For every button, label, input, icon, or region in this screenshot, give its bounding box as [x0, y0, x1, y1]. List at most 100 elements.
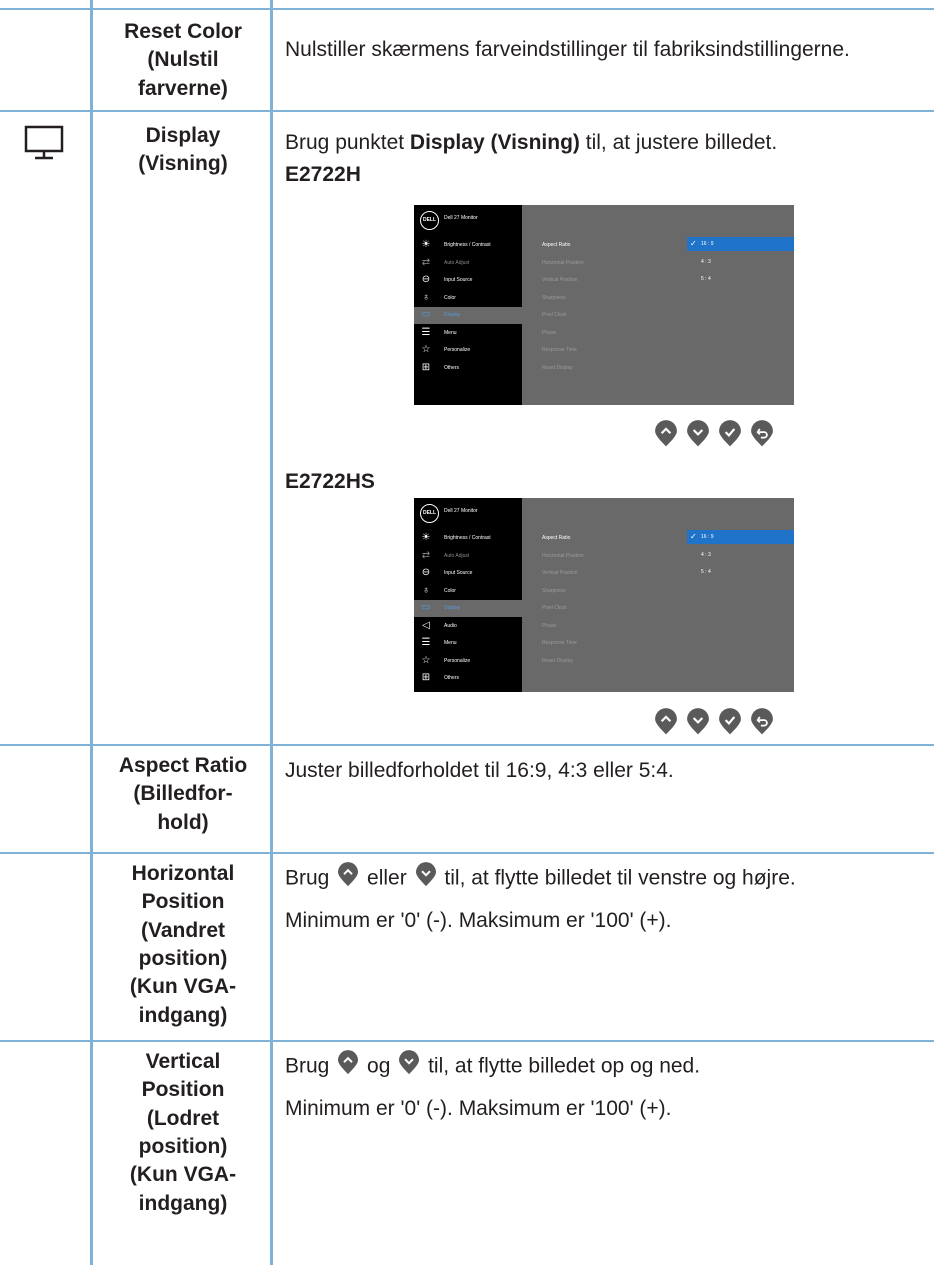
osd-submenu-item: Horizontal Position	[542, 259, 584, 266]
osd-submenu-item: Sharpness	[542, 587, 566, 594]
others-icon: ⊞	[421, 672, 431, 683]
osd-menu-item: ⊖ Input Source	[414, 565, 522, 582]
row-desc-horizontal-line2: Minimum er '0' (-). Maksimum er '100' (+…	[285, 909, 672, 932]
osd-menu-item: ☀ Brightness / Contrast	[414, 530, 522, 547]
up-button-icon	[654, 708, 686, 740]
table-rule	[0, 110, 934, 112]
table-rule	[0, 8, 934, 10]
menu-icon: ☰	[421, 326, 431, 338]
osd-screenshot-e2722hs: DELL Dell 27 Monitor ☀ Brightness / Contr…	[414, 498, 794, 692]
back-button-icon	[750, 420, 782, 452]
osd-menu-label: Audio	[444, 622, 457, 629]
down-button-icon	[686, 708, 718, 740]
osd-menu-label: Color	[444, 587, 456, 594]
osd-menu-item: ⊞ Others	[414, 360, 522, 377]
osd-option-label: 5 : 4	[701, 569, 711, 575]
osd-menu-label: Brightness / Contrast	[444, 242, 491, 248]
osd-menu-item: ☰ Menu	[414, 325, 522, 342]
row-label-vertical-position: Vertical Position (Lodret position) (Kun…	[129, 1050, 237, 1215]
osd-menu-label: Input Source	[444, 570, 473, 576]
osd-menu-label: Personalize	[444, 657, 471, 664]
osd-menu-item: ⊖ Input Source	[414, 272, 522, 289]
check-icon: ✓	[690, 532, 697, 541]
display-icon: ▭	[421, 602, 431, 613]
row-label-horizontal-position: Horizontal Position (Vandret position) (…	[129, 862, 237, 1027]
table-rule	[0, 744, 934, 746]
osd-submenu-item: Sharpness	[542, 294, 566, 301]
osd-menu-item: ⇄ Auto Adjust	[414, 255, 522, 272]
osd-option: 4 : 3	[687, 548, 794, 562]
personalize-icon: ☆	[421, 344, 431, 355]
osd-menu-item: ◁ Audio	[414, 618, 522, 635]
osd-option-label: 5 : 4	[701, 276, 711, 282]
osd-title: Dell 27 Monitor	[444, 508, 478, 514]
table-rule	[0, 852, 934, 854]
osd-menu-item: ☰ Menu	[414, 635, 522, 652]
osd-option-label: 4 : 3	[701, 258, 711, 265]
row-label-reset-color: Reset Color (Nulstil farverne)	[124, 20, 242, 100]
osd-screenshot-e2722h: DELL Dell 27 Monitor ☀ Brightness / Contr…	[414, 205, 794, 405]
osd-menu-item: ☆ Personalize	[414, 653, 522, 670]
row-desc-reset-color: Nulstiller skærmens farveindstillinger t…	[285, 38, 850, 61]
osd-option: 4 : 3	[687, 255, 794, 269]
up-button-icon	[654, 420, 686, 452]
dell-logo: DELL	[420, 504, 439, 523]
down-button-icon	[398, 1050, 420, 1084]
osd-submenu-item: Reset Display	[542, 364, 573, 371]
osd-menu-item: ♁ Color	[414, 290, 522, 307]
display-icon: ▭	[421, 309, 431, 320]
input-source-icon: ⊖	[421, 567, 431, 578]
osd-button-row	[654, 708, 782, 741]
osd-menu-label: Color	[444, 294, 456, 301]
row-desc-display: Brug punktet Display (Visning) til, at j…	[285, 131, 778, 154]
osd-menu-item: ⊞ Others	[414, 670, 522, 687]
osd-menu-label: Auto Adjust	[444, 259, 470, 266]
row-label-display: Display (Visning)	[138, 124, 228, 176]
row-desc-vertical-line2: Minimum er '0' (-). Maksimum er '100' (+…	[285, 1097, 672, 1120]
osd-menu-label: Menu	[444, 329, 457, 336]
osd-title: Dell 27 Monitor	[444, 215, 478, 221]
osd-submenu-item: Vertical Position	[542, 570, 578, 576]
osd-menu-label: Input Source	[444, 277, 473, 283]
osd-menu-label: Personalize	[444, 347, 471, 353]
osd-option-label: 16 : 9	[701, 534, 714, 540]
osd-menu-label: Others	[444, 364, 460, 371]
osd-menu-item: ♁ Color	[414, 583, 522, 600]
back-button-icon	[750, 708, 782, 740]
osd-menu-item: ☆ Personalize	[414, 342, 522, 359]
osd-menu-label: Brightness / Contrast	[444, 535, 491, 541]
osd-menu-item: ⇄ Auto Adjust	[414, 548, 522, 565]
osd-option-label: 4 : 3	[701, 551, 711, 558]
down-button-icon	[415, 862, 437, 896]
osd-option: ✓ 16 : 9	[687, 530, 794, 544]
monitor-icon	[24, 125, 64, 166]
osd-menu-label: Display	[444, 312, 461, 318]
osd-submenu-item: Response Time	[542, 347, 577, 353]
table-rule	[0, 1040, 934, 1042]
osd-submenu-item: Vertical Position	[542, 277, 578, 283]
color-icon: ♁	[422, 584, 430, 596]
osd-submenu-item: Horizontal Position	[542, 552, 584, 559]
osd-submenu-item: Aspect Ratio	[542, 535, 571, 541]
osd-option: 5 : 4	[687, 565, 794, 579]
auto-adjust-icon: ⇄	[421, 549, 431, 561]
down-button-icon	[686, 420, 718, 452]
others-icon: ⊞	[421, 361, 431, 373]
osd-menu-label: Auto Adjust	[444, 552, 470, 559]
auto-adjust-icon: ⇄	[421, 256, 431, 268]
row-desc-aspect-ratio: Juster billedforholdet til 16:9, 4:3 ell…	[285, 759, 674, 782]
model-label-e2722h: E2722H	[285, 163, 361, 186]
color-icon: ♁	[422, 291, 430, 303]
osd-option-label: 16 : 9	[701, 241, 714, 247]
osd-button-row	[654, 420, 782, 453]
osd-submenu-item: Response Time	[542, 640, 577, 646]
osd-menu-item: ☀ Brightness / Contrast	[414, 237, 522, 254]
dell-logo: DELL	[420, 211, 439, 230]
row-label-aspect-ratio: Aspect Ratio (Billedfor- hold)	[118, 754, 248, 834]
osd-option: 5 : 4	[687, 272, 794, 286]
osd-menu-item: ▭ Display	[414, 600, 522, 617]
up-button-icon	[337, 1050, 359, 1084]
confirm-button-icon	[718, 420, 750, 452]
row-desc-horizontal-line1: Brug eller til, at flytte billedet til v…	[285, 862, 925, 896]
column-rule	[90, 0, 93, 1265]
